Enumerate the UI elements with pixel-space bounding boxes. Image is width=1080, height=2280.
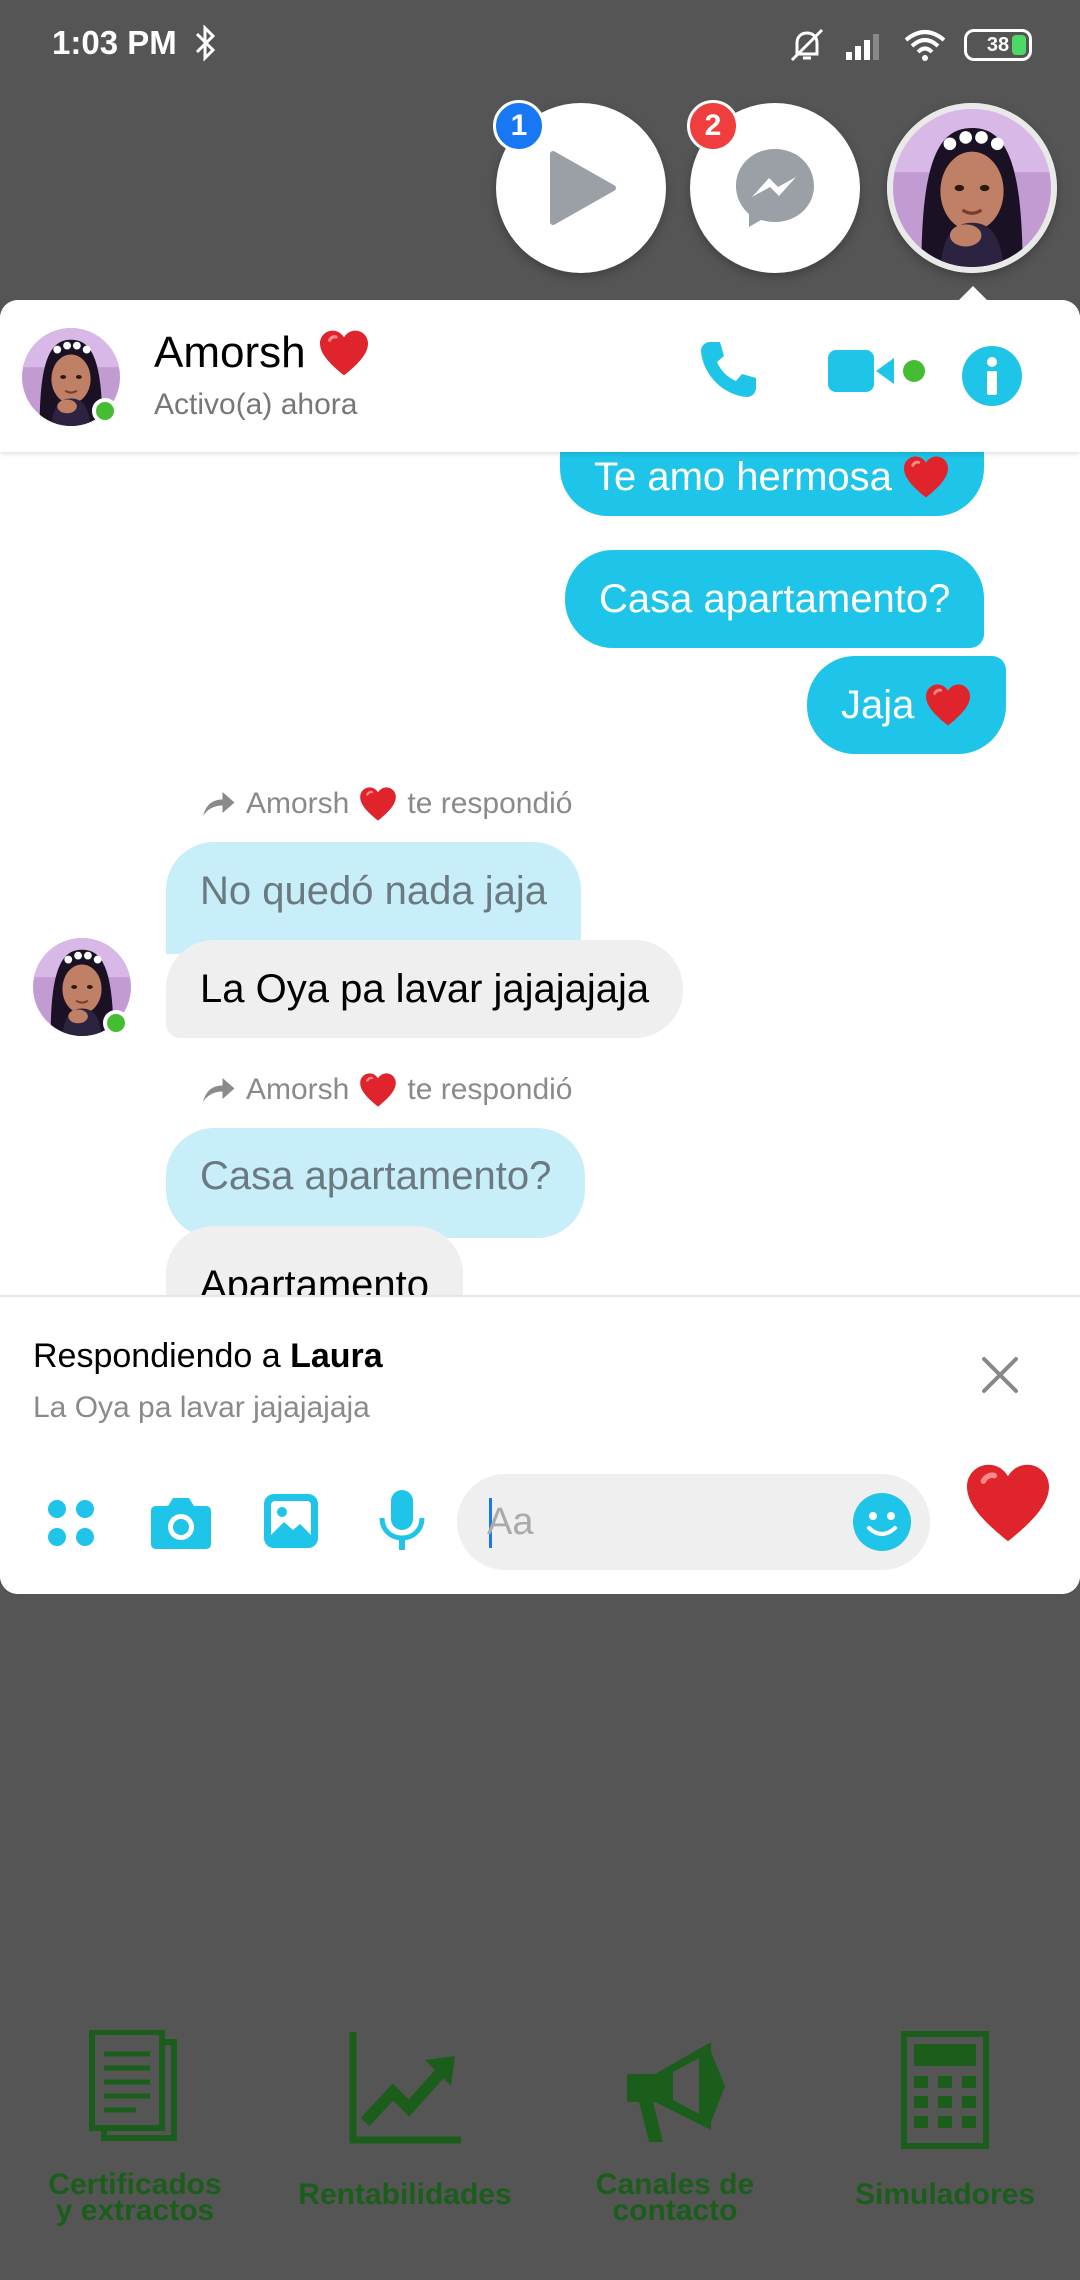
heart-emoji-icon [318,329,370,377]
microphone-icon[interactable] [378,1488,426,1554]
mute-bell-icon [790,28,824,62]
app-bottom-nav: Certificados y extractos Rentabilidades C… [0,2020,1080,2280]
avatar [887,103,1057,273]
message-text: La Oya pa lavar jajajajaja [200,966,650,1011]
more-apps-icon[interactable] [46,1498,96,1548]
calculator-icon [901,2031,989,2149]
nav-label: Certificados y extractos [48,2168,222,2227]
video-call-button[interactable] [828,346,928,401]
quoted-text: No quedó nada jaja [200,868,547,913]
messenger-chat-head[interactable]: 2 [687,100,860,273]
send-heart-icon[interactable] [964,1462,1052,1544]
wifi-icon [904,30,946,61]
replying-quoted-text: La Oya pa lavar jajajajaja [33,1391,370,1424]
contact-chat-head[interactable] [887,103,1057,273]
video-camera-icon [828,350,925,392]
quoted-message[interactable]: No quedó nada jaja [166,842,581,954]
contact-name[interactable]: Amorsh [154,328,370,378]
signal-icon [846,34,879,60]
active-status: Activo(a) ahora [154,388,358,421]
reply-arrow-icon [200,786,236,822]
nav-item-canales[interactable]: Canales de contacto [540,2020,810,2280]
outgoing-message[interactable]: Te amo hermosa [560,452,984,516]
nav-item-simuladores[interactable]: Simuladores [810,2020,1080,2280]
unread-badge: 2 [687,100,739,152]
replying-name: Laura [290,1337,383,1375]
replied-label: Amorsh te respondió [200,1072,572,1108]
heart-emoji-icon [924,683,972,727]
message-list[interactable]: Te amo hermosa Casa apartamento? Jaja Am… [0,452,1080,1295]
message-input[interactable] [487,1492,827,1552]
documents-icon [89,2030,177,2141]
play-chat-head[interactable]: 1 [493,100,666,273]
message-input-container[interactable] [457,1474,930,1570]
heart-emoji-icon [359,786,397,822]
message-text: Te amo hermosa [594,454,892,499]
online-indicator [92,398,118,424]
phone-call-icon[interactable] [696,338,760,402]
replying-to-bar: Respondiendo a Laura La Oya pa lavar jaj… [0,1295,1080,1450]
replied-sender: Amorsh [246,1073,350,1106]
info-icon[interactable] [962,346,1022,406]
outgoing-message[interactable]: Casa apartamento? [565,550,985,648]
heart-emoji-icon [359,1072,397,1108]
online-indicator [103,1010,129,1036]
nav-label: Simuladores [854,2178,1036,2211]
replied-text: te respondió [407,787,573,820]
outgoing-message[interactable]: Jaja [807,656,1007,754]
quoted-message[interactable]: Casa apartamento? [166,1128,586,1238]
reply-arrow-icon [200,1072,236,1108]
emoji-icon[interactable] [852,1492,912,1552]
close-icon[interactable] [980,1355,1020,1395]
unread-badge: 1 [493,100,545,152]
nav-label: Rentabilidades [298,2178,512,2211]
message-text: Jaja [841,682,915,727]
gallery-icon[interactable] [262,1492,320,1550]
heart-emoji-icon [902,455,950,499]
play-icon [550,151,616,225]
chat-panel: Amorsh Activo(a) ahora Te amo hermosa Ca… [0,300,1080,1594]
message-text: Casa apartamento? [599,576,951,621]
nav-label: Canales de contacto [595,2168,755,2227]
megaphone-icon [627,2042,725,2142]
replied-sender: Amorsh [246,787,350,820]
composer [0,1450,1080,1594]
replied-text: te respondió [407,1073,573,1106]
nav-item-rentabilidades[interactable]: Rentabilidades [270,2020,540,2280]
status-bar: 1:03 PM 38 [0,0,1080,90]
nav-item-certificados[interactable]: Certificados y extractos [0,2020,270,2280]
battery-indicator: 38 [964,29,1032,61]
bluetooth-icon [195,24,216,62]
incoming-message[interactable]: Apartamento [166,1226,464,1296]
camera-icon[interactable] [150,1494,212,1550]
battery-level: 38 [986,33,1010,56]
incoming-message[interactable]: La Oya pa lavar jajajajaja [166,940,684,1038]
trending-up-chart-icon [349,2032,461,2144]
quoted-text: Casa apartamento? [200,1153,552,1198]
message-text: Apartamento [200,1262,430,1296]
contact-name-text: Amorsh [154,328,306,377]
status-time: 1:03 PM [52,24,177,61]
chat-header: Amorsh Activo(a) ahora [0,300,1080,452]
replying-prefix: Respondiendo a [33,1337,281,1375]
replied-label: Amorsh te respondió [200,786,572,822]
replying-to-title: Respondiendo a Laura [33,1337,383,1376]
messenger-icon [736,149,814,227]
